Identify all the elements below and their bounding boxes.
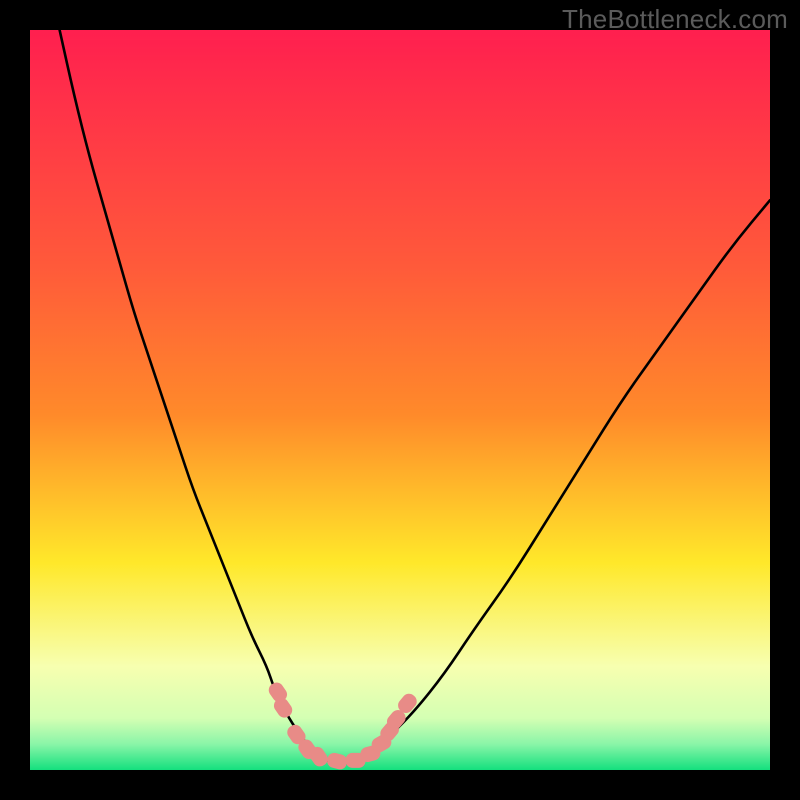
chart-background [30, 30, 770, 770]
watermark-text: TheBottleneck.com [562, 4, 788, 35]
chart-frame: TheBottleneck.com [0, 0, 800, 800]
chart-svg [30, 30, 770, 770]
plot-area [30, 30, 770, 770]
